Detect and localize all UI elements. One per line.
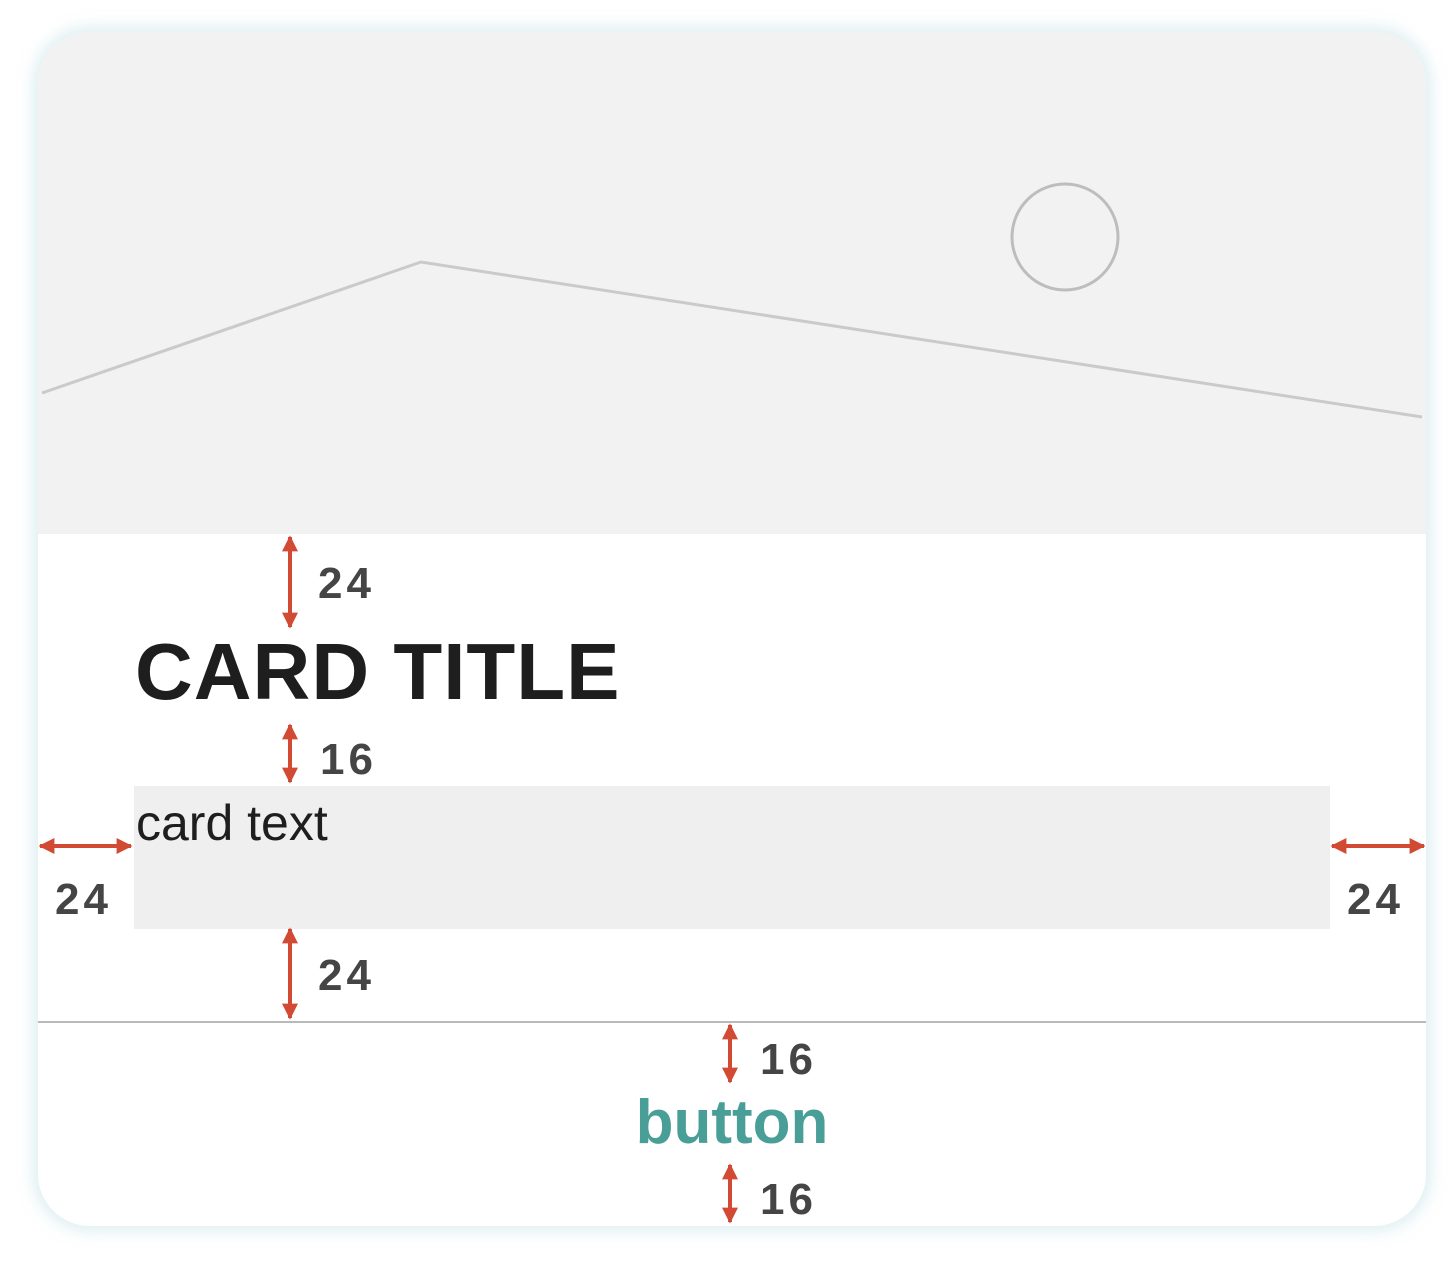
- label-text-to-divider: 24: [318, 951, 375, 1000]
- label-button-to-bottom: 16: [760, 1175, 817, 1224]
- label-left-padding: 24: [55, 875, 112, 924]
- spacing-annotations: [38, 535, 1426, 1224]
- label-media-to-title: 24: [318, 559, 375, 608]
- label-right-padding: 24: [1347, 875, 1404, 924]
- label-title-to-text: 16: [320, 735, 377, 784]
- label-divider-to-button: 16: [760, 1035, 817, 1084]
